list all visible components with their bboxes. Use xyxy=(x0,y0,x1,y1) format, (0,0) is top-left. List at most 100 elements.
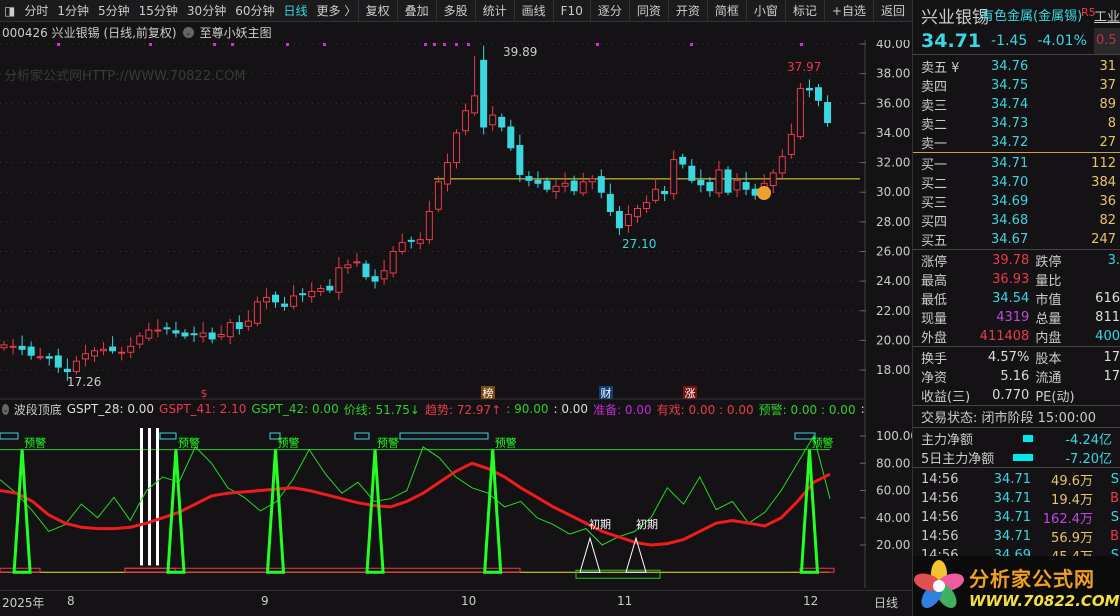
bids-row[interactable]: 买三 34.69 36 xyxy=(913,192,1120,211)
toolbar-button[interactable]: F10 xyxy=(552,0,590,22)
level-label: 卖五 ¥ xyxy=(921,61,960,76)
toolbar-button[interactable]: 小窗 xyxy=(745,0,785,22)
toolbar-button[interactable]: 开资 xyxy=(667,0,707,22)
candle-body xyxy=(172,330,180,334)
candle-body xyxy=(45,356,53,359)
toolbar-button[interactable]: 返回 xyxy=(872,0,912,22)
level-volume: 112 xyxy=(1091,156,1116,171)
period-tab[interactable]: 30分钟 xyxy=(187,2,226,19)
candle-body xyxy=(145,329,153,339)
bids-row[interactable]: 买一 34.71 112 xyxy=(913,154,1120,173)
candle-body xyxy=(462,110,470,132)
signal-dot xyxy=(57,43,60,46)
indicator-tick: 40.00 xyxy=(876,511,910,525)
period-tab[interactable]: 分时 xyxy=(24,2,48,19)
bids-row[interactable]: 买四 34.68 82 xyxy=(913,211,1120,230)
tab-industry[interactable]: 工业 xyxy=(1094,6,1120,25)
price-tick: 38.00 xyxy=(876,67,910,81)
toolbar-button[interactable]: 多股 xyxy=(435,0,475,22)
time-axis: 2025年 8 9 10 11 12 日线 xyxy=(0,590,912,612)
candle-body xyxy=(480,59,488,128)
toolbar-button[interactable]: 统计 xyxy=(474,0,514,22)
toolbar-button[interactable]: 叠加 xyxy=(396,0,436,22)
tick-price: 34.71 xyxy=(993,510,1031,525)
template-name[interactable]: 至尊小妖主图 xyxy=(200,24,272,41)
candle-body xyxy=(389,250,397,274)
tick-volume: 162.4万 xyxy=(1042,512,1093,527)
candle-body xyxy=(516,145,524,175)
tick-row: 14:56 34.71 49.6万 S xyxy=(913,470,1120,489)
toolbar-button[interactable]: 标记 xyxy=(784,0,824,22)
toolbar-button[interactable]: +自选 xyxy=(823,0,873,22)
period-tab[interactable]: 更多 〉 xyxy=(317,2,357,19)
candle-body xyxy=(434,181,442,210)
toolbar-button[interactable]: 画线 xyxy=(513,0,553,22)
period-label[interactable]: 日线 xyxy=(874,594,898,611)
stat-label: 股本 xyxy=(1035,352,1062,367)
period-tab[interactable]: 60分钟 xyxy=(235,2,274,19)
stat-value: 400 xyxy=(1095,329,1120,344)
asks-row[interactable]: 卖三 34.74 89 xyxy=(913,95,1120,114)
bids-row[interactable]: 买二 34.70 384 xyxy=(913,173,1120,192)
candle-body xyxy=(54,355,62,368)
period-tab[interactable]: 日线 xyxy=(283,2,307,19)
candle-body xyxy=(561,182,569,187)
level-volume: 89 xyxy=(1099,97,1116,112)
stat-label: PE(动) xyxy=(1035,390,1075,405)
candle-body xyxy=(652,188,660,201)
toolbar-button[interactable]: 逐分 xyxy=(589,0,629,22)
warning-label: 预警 xyxy=(278,435,300,449)
asks-row[interactable]: 卖四 34.75 37 xyxy=(913,76,1120,95)
candle-body xyxy=(91,350,98,357)
candle-body xyxy=(552,185,560,192)
kline-chart[interactable]: 40.00 38.00 36.00 34.00 32.00 30.00 28.00 26.00… xyxy=(0,40,912,588)
level-price: 34.71 xyxy=(991,156,1029,171)
sidebar-toggle-icon[interactable]: ◨ xyxy=(4,4,15,18)
toolbar-button[interactable]: 简框 xyxy=(706,0,746,22)
signal-dot xyxy=(286,43,289,46)
period-tab[interactable]: 5分钟 xyxy=(98,2,130,19)
flow-row: 5日主力净额 -7.20亿 xyxy=(913,448,1120,467)
level-price: 34.68 xyxy=(991,213,1029,228)
quote-panel: 兴业银锡 有色金属(金属锡) R5 工业 34.71 -1.45 -4.01% … xyxy=(912,0,1120,616)
level-volume: 31 xyxy=(1099,59,1116,74)
industry[interactable]: 有色金属(金属锡) xyxy=(981,5,1082,24)
signal-dot xyxy=(467,43,470,46)
asks-row[interactable]: 卖二 34.73 8 xyxy=(913,114,1120,133)
flow-bar xyxy=(1013,454,1033,461)
chevron-down-icon[interactable]: ⌄ xyxy=(182,26,194,38)
candle-body xyxy=(597,176,605,193)
toolbar-button[interactable]: 同资 xyxy=(628,0,668,22)
indicator-value: GSPT_42: 0.00 xyxy=(251,402,339,416)
signal-dot xyxy=(800,43,803,46)
candle-body xyxy=(416,239,424,244)
toolbar: ◨ 分时 1分钟 5分钟 15分钟 30分钟 60分钟 日线 更多 〉 复权 叠加 多股 统计 画线 F1… xyxy=(0,0,912,22)
price-tick: 26.00 xyxy=(876,244,910,258)
indicator-value: 有戏: 0.00 : 0.00 xyxy=(656,402,754,417)
period-tab[interactable]: 1分钟 xyxy=(57,2,89,19)
level-price: 34.72 xyxy=(991,135,1029,150)
asks-row[interactable]: 卖五 ¥ 34.76 31 xyxy=(913,57,1120,76)
candle-body xyxy=(127,345,135,353)
candle-body xyxy=(299,293,307,296)
candle-body xyxy=(824,102,832,124)
period-tab[interactable]: 15分钟 xyxy=(139,2,178,19)
bids-row[interactable]: 买五 34.67 247 xyxy=(913,230,1120,249)
chevron-down-icon[interactable]: ⌄ xyxy=(2,403,9,415)
indicator-name[interactable]: 波段顶底 xyxy=(14,401,62,418)
year-label: 2025年 xyxy=(2,596,45,610)
stat-value: 811 xyxy=(1095,310,1120,325)
candle-body xyxy=(208,332,216,340)
tick-volume: 49.6万 xyxy=(1051,474,1093,489)
watermark: 分析家公式网HTTP://WWW.70822.COM xyxy=(4,68,246,84)
level-label: 买三 xyxy=(921,196,948,211)
asks-row[interactable]: 卖一 34.72 27 xyxy=(913,133,1120,152)
candle-body xyxy=(543,180,551,190)
toolbar-button[interactable]: 复权 xyxy=(357,0,397,22)
stat-label: 换手 xyxy=(921,352,948,367)
level-price: 34.73 xyxy=(991,116,1029,131)
warning-label: 预警 xyxy=(178,435,200,449)
stock-name: 兴业银锡 xyxy=(921,8,989,28)
candle-body xyxy=(163,327,171,330)
candle-body xyxy=(362,263,370,278)
